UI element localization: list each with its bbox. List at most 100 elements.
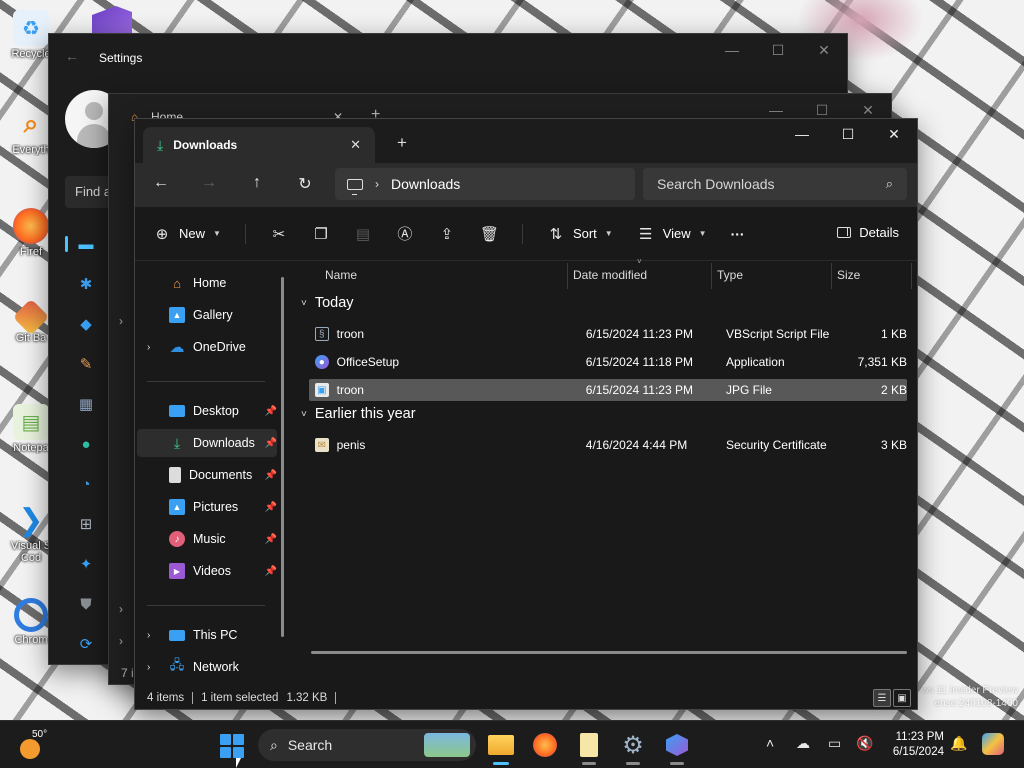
network-offline-icon[interactable]: ☁: [796, 735, 810, 752]
sidebar-item-downloads[interactable]: ⤓ Downloads 📌: [137, 429, 277, 457]
personalization-brush-icon[interactable]: ✎: [71, 344, 101, 384]
maximize-button[interactable]: ☐: [825, 119, 871, 149]
gaming-icon[interactable]: ⊞: [71, 504, 101, 544]
paste-button[interactable]: ▤: [354, 225, 372, 243]
pin-icon[interactable]: 📌: [265, 438, 277, 449]
new-tab-button[interactable]: +: [397, 133, 407, 153]
more-options-button[interactable]: ···: [731, 226, 745, 242]
apps-icon[interactable]: ▦: [71, 384, 101, 424]
chevron-right-icon[interactable]: ›: [119, 634, 123, 648]
details-view-icon[interactable]: ☰: [873, 689, 891, 707]
address-bar[interactable]: › Downloads: [335, 168, 635, 200]
sidebar-item-music[interactable]: ♪ Music 📌: [137, 525, 277, 553]
back-arrow-icon[interactable]: ←: [65, 48, 79, 64]
new-button[interactable]: ⊕ New ▼: [153, 225, 221, 243]
file-row[interactable]: ✉ penis 4/16/2024 4:44 PM Security Certi…: [309, 434, 907, 456]
rename-button[interactable]: Ⓐ: [396, 223, 414, 244]
sidebar-item-home[interactable]: ⌂ Home: [137, 269, 277, 297]
sort-button[interactable]: ⇅ Sort ▼: [547, 225, 613, 243]
file-row[interactable]: ● OfficeSetup 6/15/2024 11:18 PM Applica…: [309, 351, 907, 373]
weather-widget[interactable]: 50°: [20, 729, 50, 759]
display-icon[interactable]: ▭: [828, 735, 841, 752]
sidebar-scrollbar[interactable]: [281, 277, 284, 637]
network-wifi-icon[interactable]: ◆: [71, 304, 101, 344]
chevron-right-icon[interactable]: ›: [147, 630, 150, 641]
volume-muted-icon[interactable]: 🔇: [856, 735, 873, 752]
sidebar-item-network[interactable]: › 🖧 Network: [137, 653, 277, 681]
privacy-shield-icon[interactable]: ⛊: [71, 584, 101, 624]
group-header-today[interactable]: ˅ Today: [301, 295, 354, 311]
taskbar-search[interactable]: ⌕ Search: [258, 729, 476, 761]
column-header-size[interactable]: Size: [837, 268, 860, 282]
column-header-type[interactable]: Type: [717, 268, 743, 282]
maximize-button[interactable]: ☐: [755, 34, 801, 66]
taskbar-settings[interactable]: ⚙: [617, 729, 649, 765]
tab-downloads[interactable]: ⤓ Downloads ✕: [143, 127, 375, 163]
pin-icon[interactable]: 📌: [265, 470, 277, 481]
breadcrumb-chevron-icon[interactable]: ›: [375, 177, 379, 191]
copy-button[interactable]: ❐: [312, 225, 330, 243]
mouse-cursor: [236, 758, 241, 768]
close-button[interactable]: ✕: [801, 34, 847, 66]
taskbar-file-explorer[interactable]: [485, 729, 517, 765]
chevron-up-icon[interactable]: ˄: [766, 735, 774, 751]
sidebar-item-pictures[interactable]: ▲ Pictures 📌: [137, 493, 277, 521]
breadcrumb-item[interactable]: Downloads: [391, 176, 460, 192]
search-input[interactable]: [657, 176, 886, 192]
column-divider[interactable]: [831, 263, 832, 289]
sidebar-item-this-pc[interactable]: › This PC: [137, 621, 277, 649]
time-language-icon[interactable]: ◔: [71, 464, 101, 504]
taskbar-copilot[interactable]: [661, 729, 693, 765]
close-tab-icon[interactable]: ✕: [350, 137, 361, 153]
back-arrow-icon[interactable]: ←: [149, 174, 173, 192]
notification-bell-icon[interactable]: 🔔: [950, 735, 967, 752]
chevron-right-icon[interactable]: ›: [119, 314, 123, 328]
cut-button[interactable]: ✂: [270, 225, 288, 243]
sidebar-item-gallery[interactable]: ▲ Gallery: [137, 301, 277, 329]
details-pane-button[interactable]: Details: [837, 225, 899, 240]
refresh-icon[interactable]: ↻: [293, 174, 317, 194]
file-row-selected[interactable]: ▣ troon 6/15/2024 11:23 PM JPG File 2 KB: [309, 379, 907, 401]
sidebar-item-documents[interactable]: Documents 📌: [137, 461, 277, 489]
accessibility-icon[interactable]: ✦: [71, 544, 101, 584]
pin-icon[interactable]: 📌: [265, 566, 277, 577]
clock[interactable]: 11:23 PM 6/15/2024: [886, 730, 944, 760]
windows-update-icon[interactable]: ⟳: [71, 624, 101, 664]
close-button[interactable]: ✕: [871, 119, 917, 149]
horizontal-scrollbar[interactable]: [311, 651, 907, 654]
file-row[interactable]: § troon 6/15/2024 11:23 PM VBScript Scri…: [309, 323, 907, 345]
pin-icon[interactable]: 📌: [265, 406, 277, 417]
delete-button[interactable]: 🗑: [480, 225, 499, 243]
taskbar-notepad[interactable]: [573, 729, 605, 765]
minimize-button[interactable]: —: [779, 119, 825, 149]
start-button[interactable]: [220, 734, 244, 758]
column-divider[interactable]: [567, 263, 568, 289]
column-divider[interactable]: [711, 263, 712, 289]
minimize-button[interactable]: —: [709, 34, 755, 66]
bluetooth-icon[interactable]: ✱: [71, 264, 101, 304]
column-header-date[interactable]: Date modified: [573, 268, 647, 282]
gallery-icon: ▲: [169, 307, 185, 323]
column-divider[interactable]: [911, 263, 912, 289]
system-icon[interactable]: ▬: [65, 224, 101, 264]
accounts-icon[interactable]: ●: [71, 424, 101, 464]
forward-arrow-icon[interactable]: →: [197, 174, 221, 192]
chevron-right-icon[interactable]: ›: [119, 602, 123, 616]
view-button[interactable]: ☰ View ▼: [637, 225, 707, 243]
search-box[interactable]: ⌕: [643, 168, 907, 200]
sidebar-item-videos[interactable]: ▶ Videos 📌: [137, 557, 277, 585]
copilot-pre-icon[interactable]: [982, 733, 1004, 755]
column-header-name[interactable]: Name: [325, 268, 357, 282]
chevron-right-icon[interactable]: ›: [147, 342, 150, 353]
sidebar-item-onedrive[interactable]: › ☁ OneDrive: [137, 333, 277, 361]
taskbar-firefox[interactable]: [529, 729, 561, 761]
sidebar-item-label: Gallery: [193, 308, 233, 322]
pin-icon[interactable]: 📌: [265, 534, 277, 545]
chevron-right-icon[interactable]: ›: [147, 662, 150, 673]
pin-icon[interactable]: 📌: [265, 502, 277, 513]
group-header-earlier-this-year[interactable]: ˅ Earlier this year: [301, 406, 416, 422]
share-button[interactable]: ⇪: [438, 225, 456, 243]
up-arrow-icon[interactable]: ↑: [245, 174, 269, 192]
large-icons-view-icon[interactable]: ▣: [893, 689, 911, 707]
sidebar-item-desktop[interactable]: Desktop 📌: [137, 397, 277, 425]
